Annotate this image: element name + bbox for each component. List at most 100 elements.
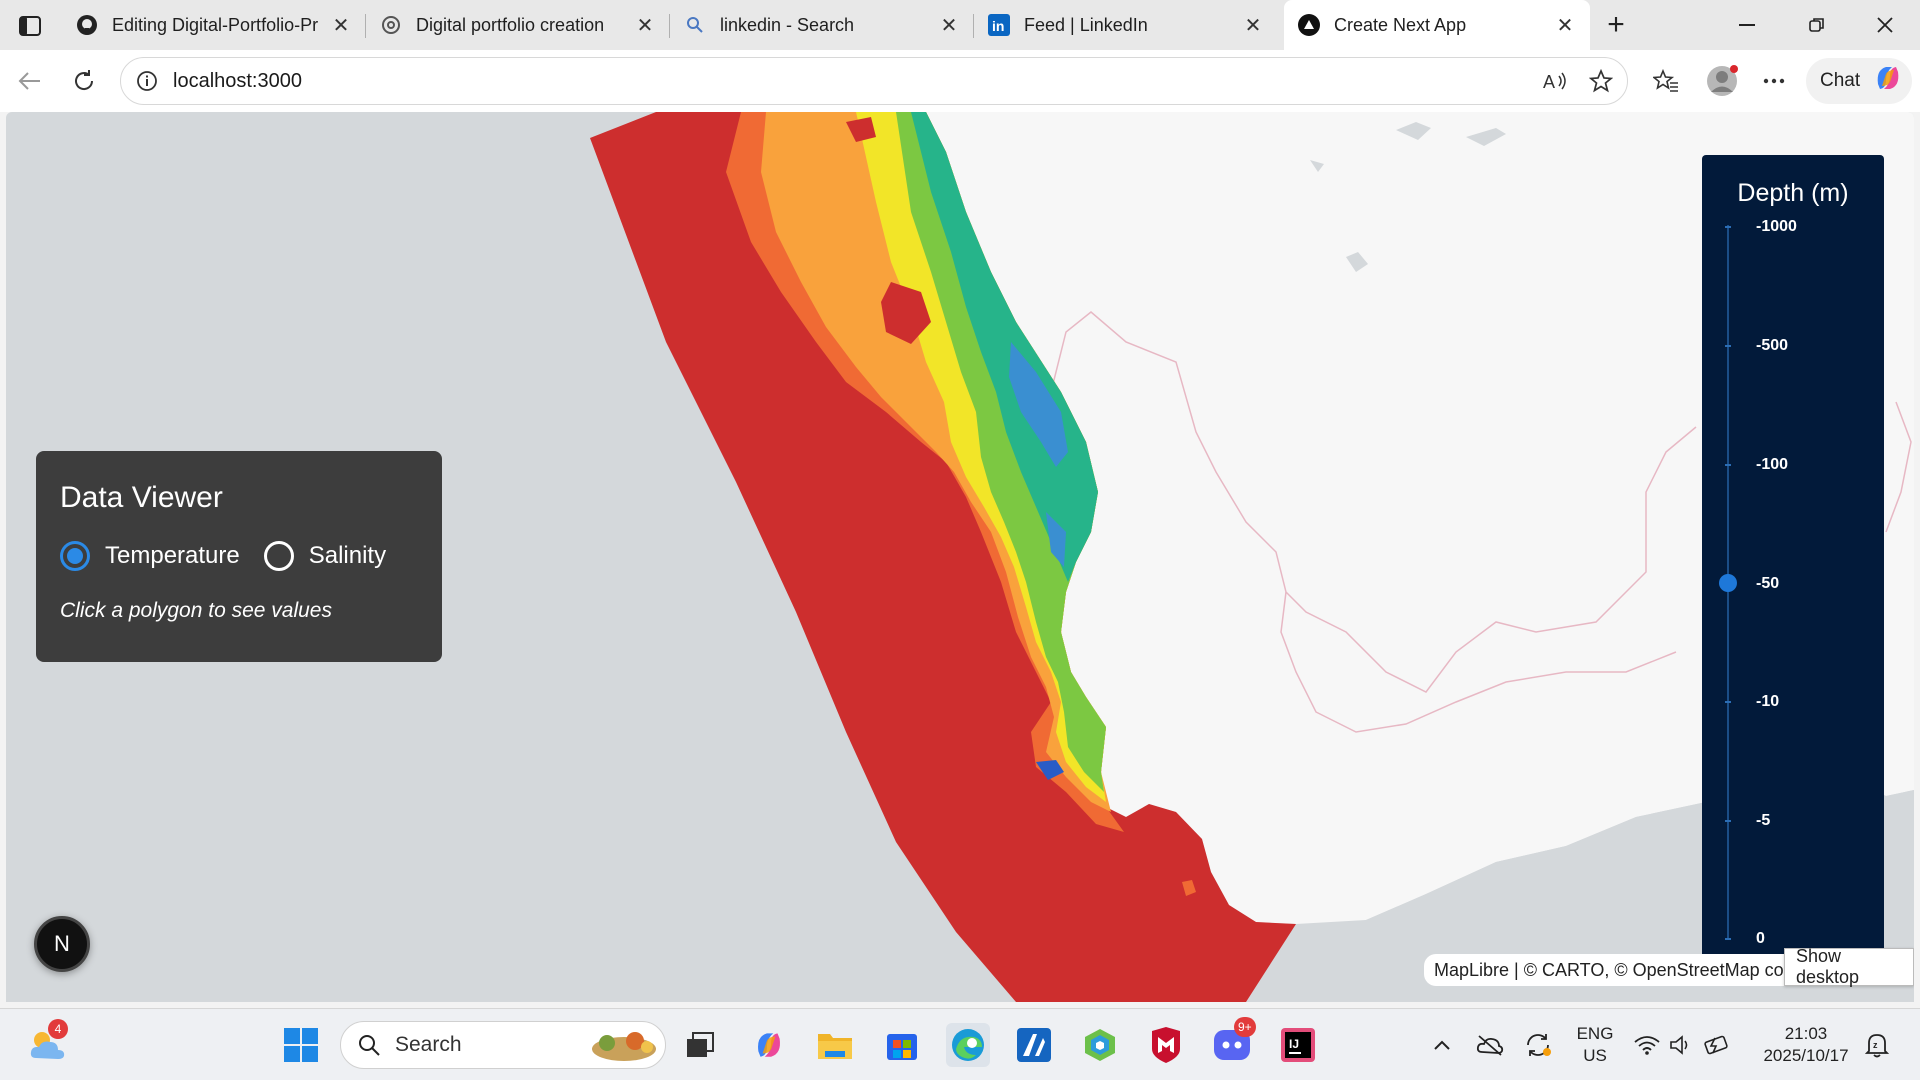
svg-text:IJ: IJ	[1289, 1037, 1299, 1051]
search-label: Search	[395, 1033, 462, 1056]
depth-slider-thumb[interactable]	[1719, 574, 1737, 592]
salinity-radio[interactable]: Salinity	[263, 541, 386, 571]
profile-avatar[interactable]	[1702, 61, 1742, 101]
svg-text:z: z	[1873, 1040, 1878, 1050]
weather-badge: 4	[48, 1019, 68, 1039]
github-icon	[76, 14, 98, 36]
show-hidden-icons-chevron[interactable]	[1420, 1023, 1464, 1067]
hint-text: Click a polygon to see values	[60, 599, 332, 622]
dev-tool-icon[interactable]	[1078, 1023, 1122, 1067]
file-explorer-icon[interactable]	[813, 1023, 857, 1067]
tab-chatgpt[interactable]: Digital portfolio creation ✕	[366, 0, 670, 50]
new-tab-button[interactable]: +	[1598, 8, 1634, 42]
close-icon[interactable]: ✕	[634, 14, 656, 37]
depth-tick	[1725, 464, 1731, 466]
battery-icon[interactable]	[1700, 1023, 1734, 1067]
url-text: localhost:3000	[173, 69, 302, 92]
minimize-button[interactable]	[1712, 0, 1782, 50]
nextjs-dev-badge[interactable]: N	[34, 916, 90, 972]
depth-label[interactable]: -1000	[1756, 218, 1797, 236]
info-icon[interactable]	[135, 69, 159, 93]
refresh-button[interactable]	[64, 61, 104, 101]
start-icon[interactable]	[279, 1023, 323, 1067]
wifi-icon[interactable]	[1630, 1023, 1664, 1067]
depth-label[interactable]: -50	[1756, 575, 1779, 593]
search-highlight-icon	[592, 1032, 656, 1061]
edge-icon[interactable]	[946, 1023, 990, 1067]
close-window-button[interactable]	[1850, 0, 1920, 50]
tab-github[interactable]: Editing Digital-Portfolio-Pr ✕	[62, 0, 366, 50]
tab-create-next-app[interactable]: Create Next App ✕	[1284, 0, 1590, 50]
region-text: US	[1583, 1046, 1607, 1065]
mcafee-icon[interactable]	[1144, 1023, 1188, 1067]
tab-title: Digital portfolio creation	[416, 14, 605, 35]
intellij-icon[interactable]: IJ	[1276, 1023, 1320, 1067]
depth-tick	[1725, 820, 1731, 822]
radio-unselected-icon	[263, 541, 294, 571]
depth-tick	[1725, 345, 1731, 347]
tab-bar: Editing Digital-Portfolio-Pr ✕ Digital p…	[0, 0, 1920, 50]
chatgpt-icon	[380, 14, 402, 36]
close-icon[interactable]: ✕	[938, 14, 960, 37]
map-attribution[interactable]: MapLibre | © CARTO, © OpenStreetMap cont…	[1424, 954, 1784, 986]
sync-icon[interactable]	[1516, 1023, 1560, 1067]
depth-label[interactable]: -10	[1756, 693, 1779, 711]
depth-label[interactable]: -5	[1756, 812, 1770, 830]
copilot-chat-button[interactable]: Chat	[1806, 58, 1912, 104]
taskbar-search[interactable]: Search	[340, 1021, 666, 1069]
depth-title: Depth (m)	[1737, 179, 1849, 207]
back-button[interactable]	[10, 61, 50, 101]
more-menu-icon[interactable]	[1754, 61, 1794, 101]
language-indicator[interactable]: ENG US	[1566, 1023, 1624, 1067]
tab-title: linkedin - Search	[720, 14, 855, 35]
azure-app-icon[interactable]	[1012, 1023, 1056, 1067]
cloud-offline-icon[interactable]	[1468, 1023, 1512, 1067]
tab-title: Create Next App	[1334, 14, 1467, 35]
tab-title: Feed | LinkedIn	[1024, 14, 1148, 35]
svg-text:in: in	[992, 18, 1004, 34]
browser-toolbar: localhost:3000 A Chat	[0, 50, 1920, 112]
clock[interactable]: 21:03 2025/10/17	[1756, 1023, 1856, 1067]
close-icon[interactable]: ✕	[1242, 14, 1264, 37]
volume-icon[interactable]	[1666, 1023, 1696, 1067]
discord-icon[interactable]: 9+	[1210, 1017, 1256, 1067]
favorite-star-icon[interactable]	[1581, 61, 1621, 101]
copilot-icon[interactable]	[747, 1023, 791, 1067]
depth-slider-panel: Depth (m) -1000 -500 -100 -50 -10 -5 0	[1702, 155, 1884, 959]
microsoft-store-icon[interactable]	[880, 1023, 924, 1067]
restore-button[interactable]	[1782, 0, 1852, 50]
search-icon	[684, 14, 706, 36]
panel-title: Data Viewer	[60, 481, 223, 514]
close-icon[interactable]: ✕	[1554, 14, 1576, 37]
search-icon	[359, 1035, 380, 1056]
copilot-icon	[1872, 62, 1904, 100]
show-desktop-tooltip: Show desktop	[1784, 946, 1914, 987]
address-bar[interactable]: localhost:3000 A	[120, 57, 1628, 105]
read-aloud-icon[interactable]: A	[1535, 61, 1575, 101]
data-viewer-panel: Data Viewer Temperature Salinity Click a…	[36, 451, 442, 662]
depth-label[interactable]: -500	[1756, 337, 1788, 355]
close-icon[interactable]: ✕	[330, 14, 352, 37]
map-viewport[interactable]: Data Viewer Temperature Salinity Click a…	[6, 112, 1914, 1002]
lang-text: ENG	[1576, 1024, 1614, 1043]
depth-label[interactable]: -100	[1756, 456, 1788, 474]
radio-selected-icon	[60, 541, 90, 571]
tab-actions-icon[interactable]	[14, 10, 46, 42]
favorites-icon[interactable]	[1646, 61, 1686, 101]
discord-badge: 9+	[1234, 1017, 1256, 1037]
depth-tick	[1725, 701, 1731, 703]
weather-icon[interactable]: 4	[26, 1019, 70, 1067]
chat-label: Chat	[1820, 70, 1861, 91]
task-view-icon[interactable]	[678, 1023, 722, 1067]
tab-linkedin-search[interactable]: linkedin - Search ✕	[670, 0, 974, 50]
depth-tick	[1725, 938, 1731, 940]
notification-bell-icon[interactable]: z	[1860, 1023, 1894, 1067]
variable-radio-group: Temperature Salinity	[60, 541, 418, 571]
depth-label[interactable]: 0	[1756, 930, 1765, 948]
tab-linkedin-feed[interactable]: in Feed | LinkedIn ✕	[974, 0, 1278, 50]
nextjs-icon	[1298, 14, 1320, 36]
temperature-radio[interactable]: Temperature	[60, 541, 240, 571]
tab-title: Editing Digital-Portfolio-Pr	[112, 14, 319, 35]
svg-text:A: A	[1543, 72, 1555, 92]
taskbar: 4 Search 9+ IJ ENG US 21:03 2025/10/17 z	[0, 1008, 1920, 1080]
